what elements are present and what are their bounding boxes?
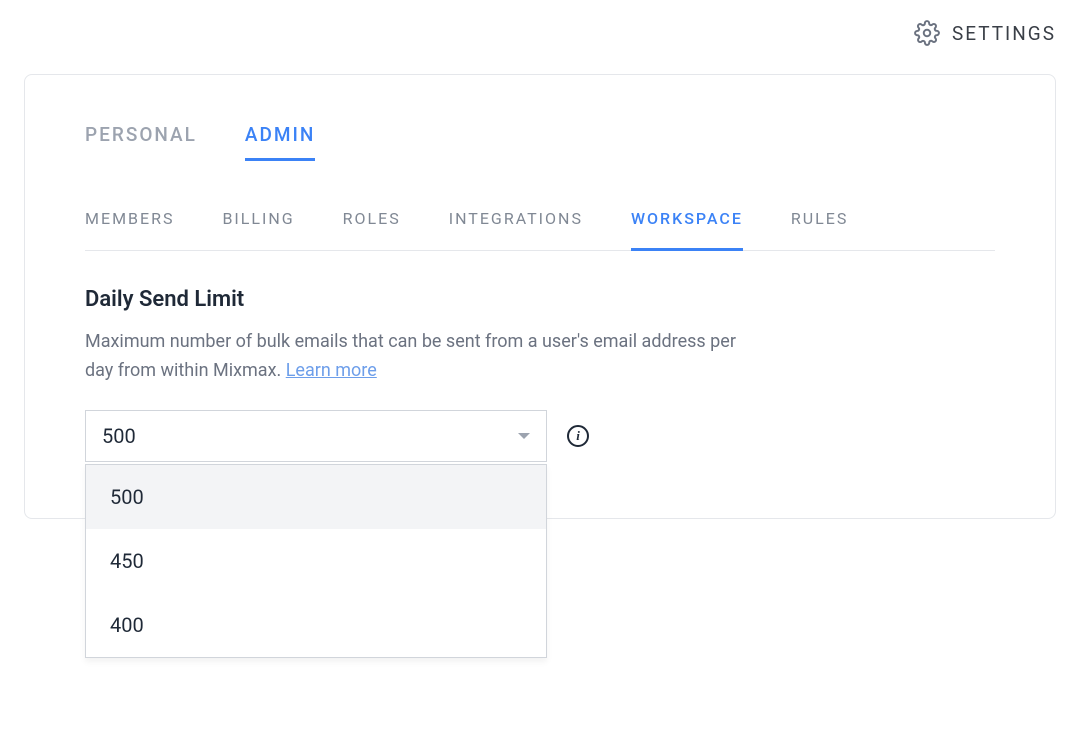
subtab-billing[interactable]: BILLING — [222, 209, 294, 251]
select-wrapper: 500 500450400 — [85, 410, 547, 462]
section-description: Maximum number of bulk emails that can b… — [85, 328, 765, 386]
section-title: Daily Send Limit — [85, 287, 995, 312]
tab-admin[interactable]: ADMIN — [245, 123, 315, 161]
header: SETTINGS — [0, 0, 1080, 66]
dropdown-option-400[interactable]: 400 — [86, 593, 546, 657]
learn-more-link[interactable]: Learn more — [286, 360, 377, 381]
info-icon[interactable]: i — [567, 425, 589, 447]
chevron-down-icon — [518, 433, 530, 439]
dropdown-option-450[interactable]: 450 — [86, 529, 546, 593]
description-text: Maximum number of bulk emails that can b… — [85, 331, 736, 381]
subtab-rules[interactable]: RULES — [791, 209, 848, 251]
select-value: 500 — [102, 424, 136, 448]
settings-panel: PERSONAL ADMIN MEMBERS BILLING ROLES INTEGRA… — [24, 74, 1056, 519]
tab-personal[interactable]: PERSONAL — [85, 123, 197, 161]
dropdown-menu: 500450400 — [85, 464, 547, 658]
primary-tabs: PERSONAL ADMIN — [85, 123, 995, 161]
page-title: SETTINGS — [952, 22, 1056, 45]
subtab-integrations[interactable]: INTEGRATIONS — [449, 209, 583, 251]
select-row: 500 500450400 i — [85, 410, 995, 462]
dropdown-option-500[interactable]: 500 — [86, 465, 546, 529]
gear-icon[interactable] — [914, 20, 940, 46]
daily-limit-select[interactable]: 500 — [85, 410, 547, 462]
secondary-tabs: MEMBERS BILLING ROLES INTEGRATIONS WORKSPACE… — [85, 209, 995, 251]
subtab-workspace[interactable]: WORKSPACE — [631, 209, 743, 251]
subtab-roles[interactable]: ROLES — [343, 209, 401, 251]
subtab-members[interactable]: MEMBERS — [85, 209, 174, 251]
